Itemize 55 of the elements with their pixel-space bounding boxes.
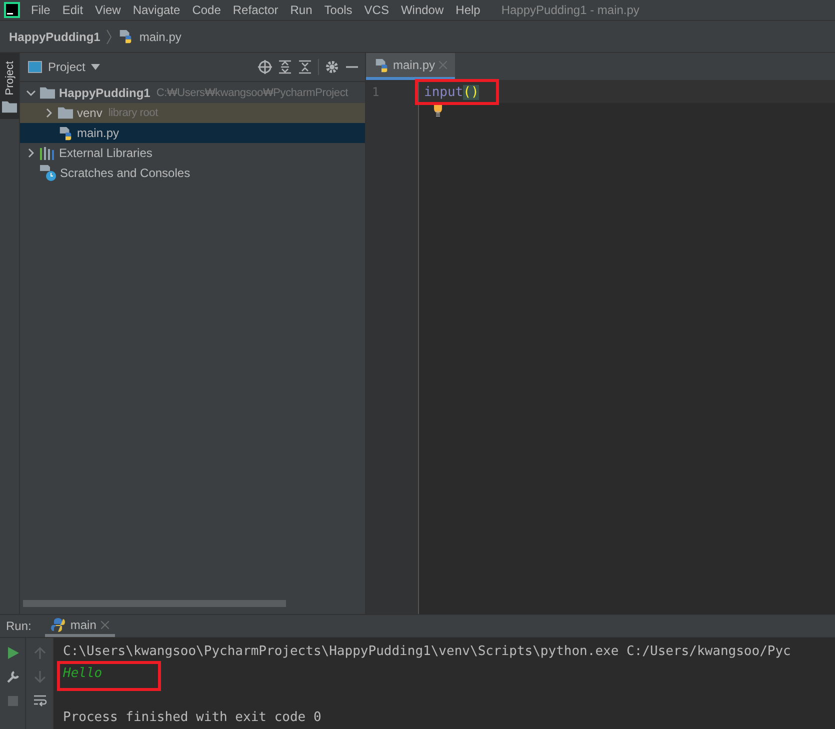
menu-item[interactable]: File (26, 3, 56, 17)
tree-label: Scratches and Consoles (60, 166, 190, 180)
tree-row[interactable]: Scratches and Consoles (20, 163, 365, 183)
scratch-clock-icon (40, 165, 56, 181)
tree-label: main.py (77, 126, 120, 140)
menu-item[interactable]: Navigate (128, 3, 186, 17)
tree-label: External Libraries (59, 146, 152, 160)
library-icon (40, 146, 55, 160)
tab-label: main.py (393, 58, 436, 72)
console-line: C:\Users\kwangsoo\PycharmProjects\HappyPudding1\venv\Scripts\python.exe C:/Users/kwangsoo/Pyc (63, 644, 791, 659)
panel-title[interactable]: Project (48, 60, 86, 74)
console-line: Process finished with exit code 0 (63, 710, 322, 725)
menu-item[interactable]: Window (396, 3, 449, 17)
tree-label: venv (77, 106, 102, 120)
chevron-icon (106, 28, 112, 44)
expand-all-icon[interactable] (278, 60, 292, 74)
menu-item[interactable]: Tools (319, 3, 358, 17)
menu-item[interactable]: Help (450, 3, 486, 17)
panel-icon (28, 61, 42, 73)
tree-label: HappyPudding1 (59, 86, 150, 100)
tab-label: main (70, 618, 96, 632)
menu-item[interactable]: Code (187, 3, 226, 17)
menu-item[interactable]: Edit (57, 3, 88, 17)
menu-item[interactable]: Refactor (228, 3, 284, 17)
editor-tab[interactable]: main.py (366, 53, 456, 80)
soft-wrap-icon[interactable] (32, 694, 46, 708)
dropdown-caret-icon[interactable] (91, 64, 100, 70)
tree-note: C:₩Users₩kwangsoo₩PycharmProject (156, 87, 348, 99)
console-line: Hello (63, 666, 102, 681)
menu-item[interactable]: VCS (359, 3, 394, 17)
folder-icon (40, 87, 55, 99)
selected-tree-row[interactable]: main.py (20, 123, 365, 143)
tree-row[interactable]: venv library root (20, 103, 365, 123)
collapse-all-icon[interactable] (298, 60, 312, 74)
window-title: HappyPudding1 - main.py (501, 3, 640, 17)
tree-row[interactable]: HappyPudding1 C:₩Users₩kwangsoo₩PycharmProject (20, 83, 365, 103)
breadcrumb-item[interactable]: HappyPudding1 (9, 30, 100, 44)
project-tool-tab[interactable]: Project (0, 53, 19, 120)
python-file-icon (58, 126, 73, 140)
folder-icon (58, 107, 73, 119)
scrollbar-thumb[interactable] (23, 600, 286, 606)
settings-icon[interactable] (325, 60, 339, 74)
locate-icon[interactable] (258, 60, 272, 74)
python-file-icon (118, 29, 134, 44)
tree-row[interactable]: External Libraries (20, 143, 365, 163)
menu-item[interactable]: View (90, 3, 126, 17)
app-logo-icon (4, 2, 20, 18)
breadcrumb-item[interactable]: main.py (139, 30, 182, 44)
menu-item[interactable]: Run (285, 3, 318, 17)
folder-icon (2, 101, 17, 114)
run-icon[interactable] (6, 646, 20, 660)
run-label: Run: (6, 619, 32, 633)
python-file-icon (374, 58, 389, 72)
tree-note: library root (108, 107, 158, 119)
wrench-icon[interactable] (6, 670, 20, 684)
